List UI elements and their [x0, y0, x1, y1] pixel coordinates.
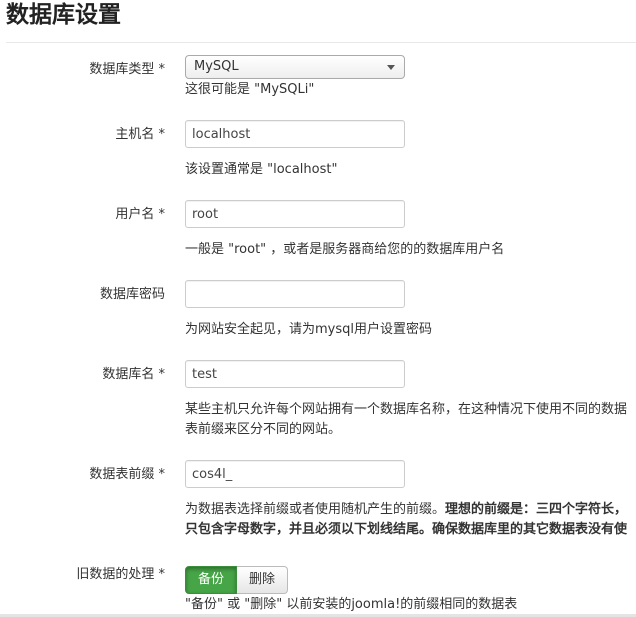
prefix-label: 数据表前缀 * [89, 467, 165, 482]
chevron-down-icon [387, 65, 395, 70]
old-data-toggle-group: 备份 删除 [185, 566, 289, 594]
db-name-input[interactable] [185, 360, 405, 388]
old-data-label: 旧数据的处理 * [76, 567, 165, 582]
prefix-input[interactable] [185, 460, 405, 488]
password-input[interactable] [185, 280, 405, 308]
db-name-help: 某些主机只允许每个网站拥有一个数据库名称，在这种情况下使用不同的数据表前缀来区分… [185, 402, 628, 437]
db-type-selected-value: MySQL [194, 59, 239, 74]
title-divider [6, 42, 636, 43]
old-data-help: "备份" 或 "删除" 以前安装的joomla!的前缀相同的数据表 [185, 597, 518, 612]
db-type-select[interactable]: MySQL [185, 55, 405, 79]
prefix-help-plain: 为数据表选择前缀或者使用随机产生的前缀。 [185, 502, 446, 517]
password-help: 为网站安全起见，请为mysql用户设置密码 [185, 322, 432, 337]
password-label: 数据库密码 [99, 287, 165, 302]
db-type-label: 数据库类型 * [89, 62, 165, 77]
db-type-help: 这很可能是 "MySQLi" [185, 82, 315, 97]
user-help: 一般是 "root" ，或者是服务器商给您的的数据库用户名 [185, 242, 505, 257]
page-title: 数据库设置 [6, 2, 121, 28]
host-help: 该设置通常是 "localhost" [185, 162, 338, 177]
user-input[interactable] [185, 200, 405, 228]
remove-button[interactable]: 删除 [237, 566, 289, 594]
database-settings-page: 数据库设置 数据库类型 * MySQL 这很可能是 "MySQLi" 主机名 *… [0, 0, 636, 617]
prefix-help: 为数据表选择前缀或者使用随机产生的前缀。理想的前缀是：三四个字符长，只包含字母数… [185, 500, 636, 540]
db-name-label: 数据库名 * [102, 367, 165, 382]
user-label: 用户名 * [115, 207, 165, 222]
backup-button[interactable]: 备份 [185, 566, 238, 594]
host-label: 主机名 * [115, 127, 165, 142]
host-input[interactable] [185, 120, 405, 148]
